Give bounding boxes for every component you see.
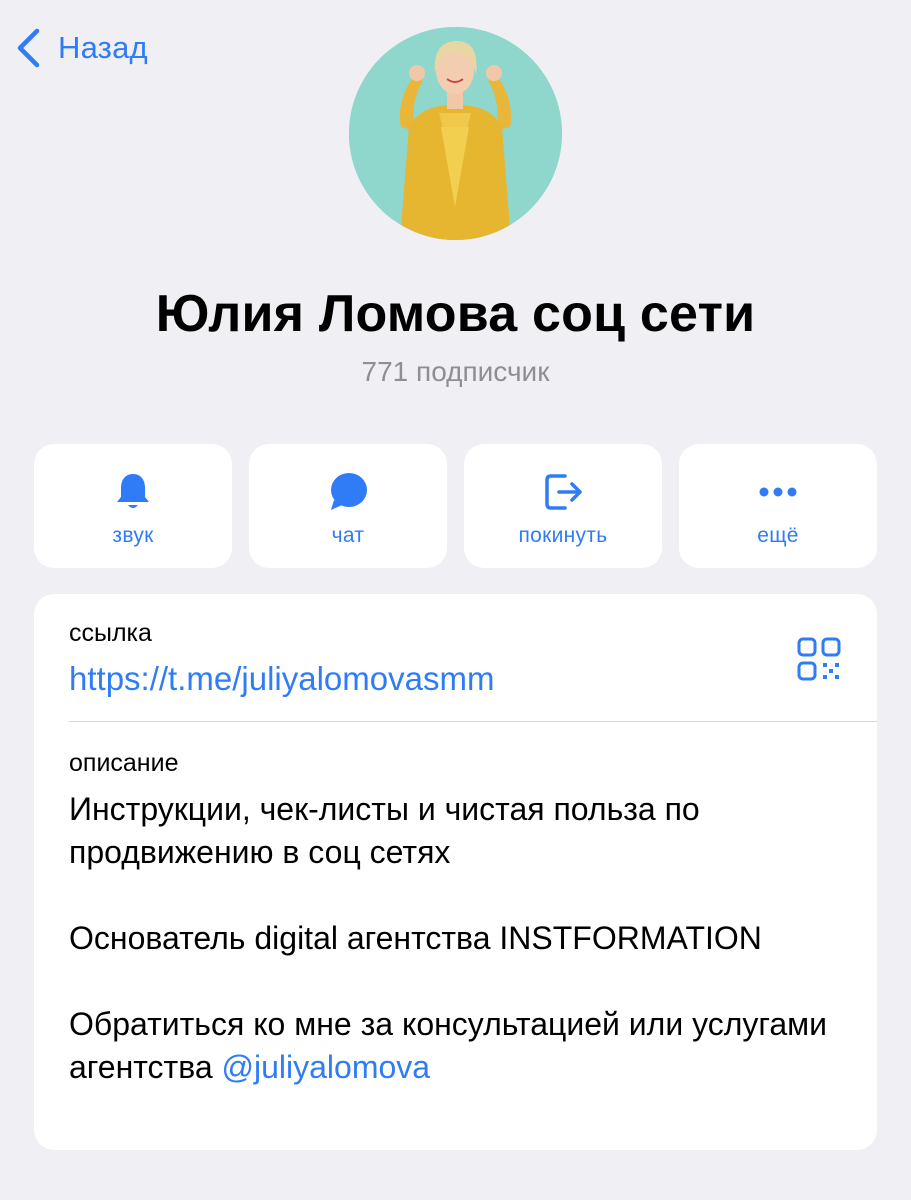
channel-info-card: ссылка https://t.me/juliyalomovasmm опис… bbox=[34, 594, 877, 1150]
description-paragraph: Основатель digital агентства INSTFORMATI… bbox=[69, 920, 762, 956]
description-paragraph: Обратиться ко мне за консультацией или у… bbox=[69, 1003, 849, 1089]
leave-label: покинуть bbox=[518, 524, 608, 547]
channel-link[interactable]: https://t.me/juliyalomovasmm bbox=[69, 660, 494, 698]
link-label: ссылка bbox=[69, 619, 152, 647]
channel-description: Инструкции, чек-листы и чистая польза по… bbox=[69, 788, 849, 1089]
channel-title: Юлия Ломова соц сети bbox=[155, 285, 756, 343]
leave-button[interactable]: покинуть bbox=[464, 444, 662, 568]
bell-icon bbox=[117, 474, 149, 508]
sound-button[interactable]: звук bbox=[34, 444, 232, 568]
qr-code-icon[interactable] bbox=[796, 636, 842, 682]
chevron-left-icon bbox=[17, 28, 40, 68]
description-text: Обратиться ко мне за консультацией или у… bbox=[69, 1006, 828, 1085]
chat-bubble-icon bbox=[331, 473, 367, 510]
user-mention-link[interactable]: @juliyalomova bbox=[222, 1049, 431, 1085]
description-paragraph: Инструкции, чек-листы и чистая польза по… bbox=[69, 791, 700, 870]
description-label: описание bbox=[69, 749, 179, 777]
back-label: Назад bbox=[58, 30, 148, 65]
leave-icon bbox=[545, 474, 582, 510]
divider bbox=[69, 721, 877, 722]
avatar-photo bbox=[349, 27, 562, 240]
more-label: ещё bbox=[757, 524, 799, 547]
chat-button[interactable]: чат bbox=[249, 444, 447, 568]
sound-label: звук bbox=[112, 524, 154, 547]
more-button[interactable]: ещё bbox=[679, 444, 877, 568]
back-button[interactable]: Назад bbox=[14, 26, 148, 70]
chat-label: чат bbox=[331, 524, 365, 547]
channel-info-screen: Назад Юлия Ломова соц сети 771 подписчик bbox=[0, 0, 911, 1200]
action-bar: звук чат покинуть ещё bbox=[34, 444, 877, 568]
more-dots-icon bbox=[759, 487, 797, 497]
subscriber-count: 771 подписчик bbox=[361, 356, 550, 387]
channel-avatar[interactable] bbox=[349, 27, 562, 240]
